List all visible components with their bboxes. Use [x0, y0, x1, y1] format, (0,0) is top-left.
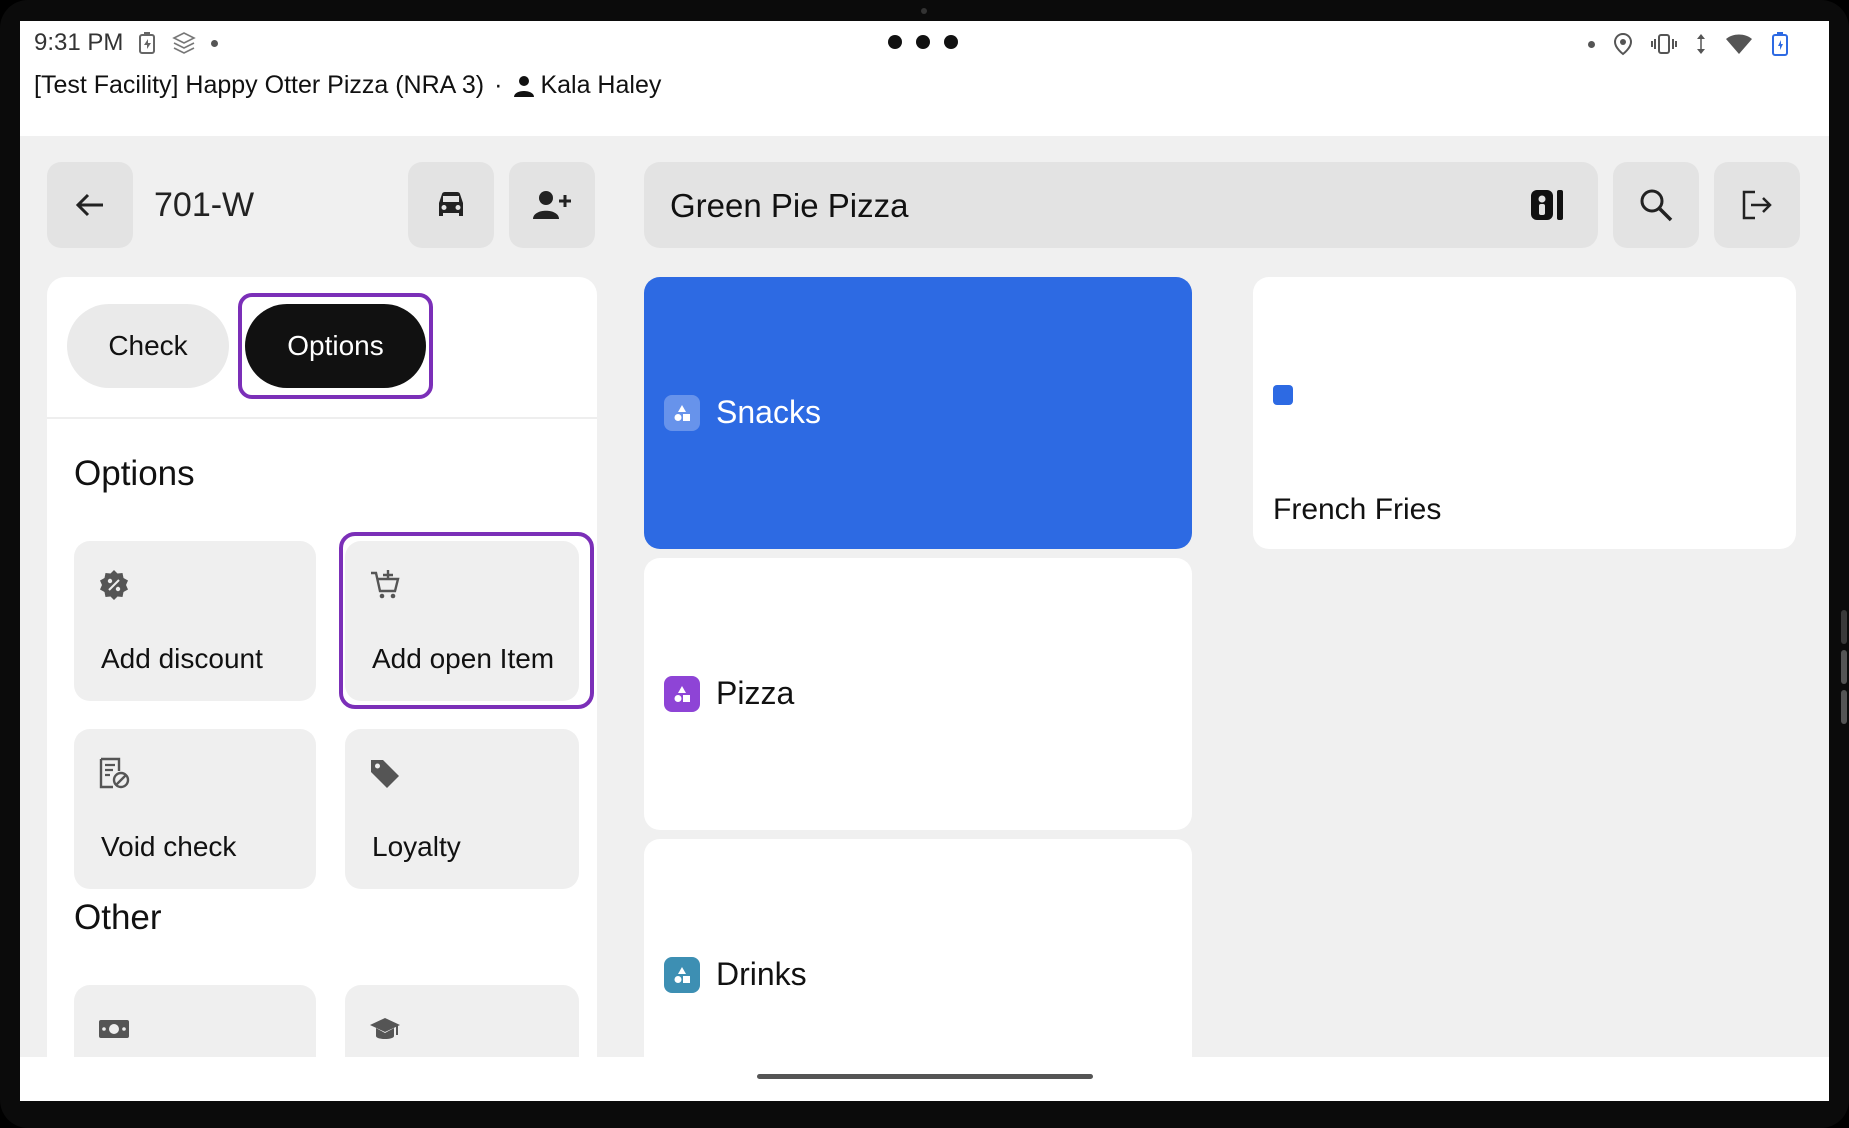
option-label: Void check: [101, 831, 237, 862]
option-label: Add open Item: [372, 643, 555, 674]
arrow-left-icon: [75, 193, 103, 217]
menu-layout-icon: [1531, 190, 1563, 220]
status-time: 9:31 PM: [34, 29, 124, 56]
menu-item-french-fries[interactable]: French Fries: [1253, 277, 1796, 549]
tab-check[interactable]: Check: [67, 304, 229, 388]
options-heading: Options: [74, 454, 195, 493]
category-name: Pizza: [716, 675, 795, 711]
device-bezel: 9:31 PM [Test Facility] Happy Otter Pizz…: [0, 0, 1849, 1128]
category-icon: [664, 395, 700, 431]
data-arrows-icon: [1697, 34, 1705, 54]
other-heading: Other: [74, 898, 162, 937]
header-separator: ·: [494, 71, 503, 99]
wifi-icon: [1726, 34, 1752, 54]
stack-icon: [172, 32, 197, 54]
app-screen: 9:31 PM [Test Facility] Happy Otter Pizz…: [20, 21, 1829, 1101]
category-icon: [664, 957, 700, 993]
menu-name: Green Pie Pizza: [670, 187, 909, 224]
loyalty-button[interactable]: Loyalty: [345, 729, 579, 889]
back-button[interactable]: [47, 162, 133, 248]
category-snacks[interactable]: Snacks: [644, 277, 1192, 549]
menu-selector[interactable]: Green Pie Pizza: [644, 162, 1598, 248]
category-name: Snacks: [716, 394, 821, 430]
option-label: Loyalty: [372, 831, 461, 862]
tab-options[interactable]: Options: [245, 304, 426, 388]
options-panel: Check Options Options Add discount Add o…: [47, 277, 597, 1077]
dot-icon: [211, 39, 219, 47]
side-button: [1841, 690, 1847, 724]
void-check-icon: [99, 757, 130, 789]
person-icon: [514, 75, 535, 97]
category-name: Drinks: [716, 956, 807, 992]
add-discount-button[interactable]: Add discount: [74, 541, 316, 701]
battery-charging-icon: [1772, 32, 1788, 56]
facility-header: [Test Facility] Happy Otter Pizza (NRA 3…: [34, 71, 661, 100]
logout-button[interactable]: [1714, 162, 1800, 248]
search-button[interactable]: [1613, 162, 1699, 248]
status-icons: [1588, 31, 1789, 57]
add-guest-button[interactable]: [509, 162, 595, 248]
graduation-cap-icon: [370, 1018, 400, 1039]
add-cart-icon: [371, 570, 400, 599]
panel-tabs: Check Options: [47, 277, 597, 419]
category-icon: [664, 676, 700, 712]
option-label: Add discount: [101, 643, 263, 674]
add-person-icon: [533, 191, 571, 219]
gesture-bar: [20, 1057, 1829, 1101]
item-name: French Fries: [1273, 493, 1442, 526]
home-handle[interactable]: [757, 1074, 1093, 1079]
location-icon: [1613, 32, 1633, 56]
discount-icon: [100, 570, 128, 600]
void-check-button[interactable]: Void check: [74, 729, 316, 889]
car-icon: [439, 192, 463, 216]
order-type-button[interactable]: [408, 162, 494, 248]
multitask-dots[interactable]: [888, 35, 958, 49]
status-bar: 9:31 PM [Test Facility] Happy Otter Pizz…: [20, 21, 1829, 136]
dot-icon: [1588, 40, 1595, 48]
side-button: [1841, 650, 1847, 684]
vibrate-icon: [1651, 34, 1677, 54]
facility-name: [Test Facility] Happy Otter Pizza (NRA 3…: [34, 71, 485, 99]
item-color-swatch: [1273, 385, 1293, 405]
front-camera: [921, 8, 927, 14]
user-name: Kala Haley: [540, 71, 662, 99]
tag-icon: [371, 760, 399, 788]
order-number: 701-W: [154, 186, 255, 224]
side-button: [1841, 610, 1847, 644]
add-open-item-button[interactable]: Add open Item: [345, 541, 579, 701]
category-pizza[interactable]: Pizza: [644, 558, 1192, 830]
cash-icon: [99, 1020, 129, 1038]
logout-icon: [1742, 190, 1772, 220]
battery-saver-icon: [139, 32, 156, 54]
status-time-group: 9:31 PM: [34, 29, 219, 57]
search-icon: [1640, 189, 1673, 222]
